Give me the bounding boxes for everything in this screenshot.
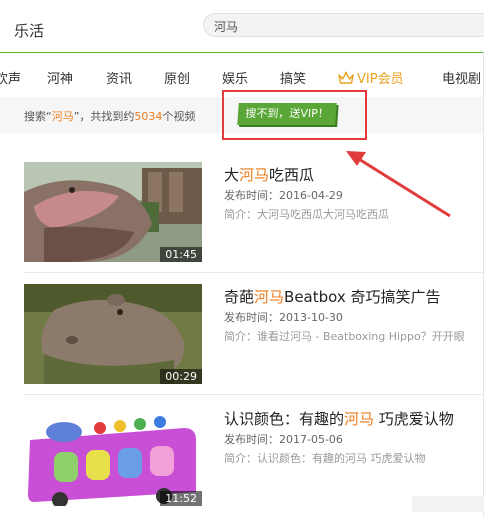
video-item[interactable]: 01:45 大河马吃西瓜 发布时间：2016-04-29 简介：大河马吃西瓜大河… <box>24 162 484 262</box>
nav-item-entertainment[interactable]: 娱乐 <box>222 68 248 87</box>
nav-item-vip-label: VIP会员 <box>357 72 404 87</box>
nav-item-vip[interactable]: VIP会员 <box>338 68 404 87</box>
video-thumbnail[interactable]: 11:52 <box>24 406 202 506</box>
video-description: 简介：大河马吃西瓜大河马吃西瓜 <box>224 208 389 221</box>
video-title[interactable]: 大河马吃西瓜 <box>224 164 314 185</box>
watermark <box>412 496 484 512</box>
nav-item-funny[interactable]: 搞笑 <box>280 68 306 87</box>
search-input[interactable]: 河马 <box>203 13 484 37</box>
video-publish-date: 发布时间：2013-10-30 <box>224 311 343 324</box>
header: 乐活 河马 <box>0 0 484 52</box>
divider <box>24 394 484 395</box>
video-title[interactable]: 奇葩河马Beatbox 奇巧搞笑广告 <box>224 286 441 307</box>
video-thumbnail[interactable]: 00:29 <box>24 284 202 384</box>
video-title[interactable]: 认识颜色：有趣的河马 巧虎爱认物 <box>224 408 454 429</box>
video-item[interactable]: 00:29 奇葩河马Beatbox 奇巧搞笑广告 发布时间：2013-10-30… <box>24 284 484 384</box>
video-item[interactable]: 11:52 认识颜色：有趣的河马 巧虎爱认物 发布时间：2017-05-06 简… <box>24 406 484 506</box>
video-duration: 00:29 <box>160 369 202 384</box>
divider <box>24 272 484 273</box>
nav-item-news[interactable]: 资讯 <box>106 68 132 87</box>
result-summary: 搜索“河马”，共找到约5034个视频 <box>24 110 196 123</box>
nav-item-huansheng[interactable]: 欢声 <box>0 68 21 87</box>
nav-item-heshen[interactable]: 河神 <box>47 68 73 87</box>
app-title: 乐活 <box>14 22 45 40</box>
vip-promo-button[interactable]: 搜不到，送VIP！ <box>237 103 337 125</box>
video-duration: 01:45 <box>160 247 202 262</box>
video-thumbnail[interactable]: 01:45 <box>24 162 202 262</box>
video-publish-date: 发布时间：2017-05-06 <box>224 433 343 446</box>
video-description: 简介：谁看过河马 - Beatboxing Hippo？开开眼 <box>224 330 465 343</box>
crown-icon <box>338 71 354 84</box>
video-description: 简介：认识颜色：有趣的河马 巧虎爱认物 <box>224 452 426 465</box>
search-value: 河马 <box>214 20 239 34</box>
video-duration: 11:52 <box>160 491 202 506</box>
category-nav: 欢声 河神 资讯 原创 娱乐 搞笑 VIP会员 电视剧 <box>0 53 484 97</box>
video-publish-date: 发布时间：2016-04-29 <box>224 189 343 202</box>
nav-item-tv[interactable]: 电视剧 <box>442 68 481 87</box>
nav-item-original[interactable]: 原创 <box>164 68 190 87</box>
